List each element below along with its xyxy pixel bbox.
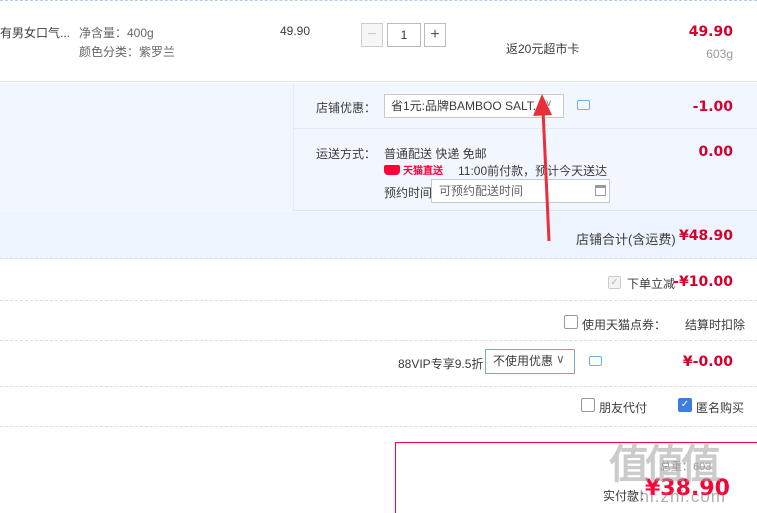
shop-total-label: 店铺合计(含运费) <box>576 232 676 247</box>
chevron-down-icon[interactable]: ∨ <box>556 352 565 366</box>
vip-discount-amount: ¥-0.00 <box>682 354 733 370</box>
item-spec-net: 净含量：400g <box>79 26 154 40</box>
tmall-points-value: 结算时扣除 <box>685 318 746 332</box>
quantity-input[interactable]: 1 <box>387 23 421 47</box>
shop-discount-amount: -1.00 <box>692 99 733 115</box>
divider <box>0 426 757 427</box>
divider <box>0 300 757 301</box>
item-weight: 603g <box>706 47 733 61</box>
tmall-direct-badge: 天猫直送 <box>384 163 443 177</box>
tmall-direct-label: 天猫直送 <box>403 166 443 177</box>
shopping-bag-icon <box>384 164 400 175</box>
reserve-time-label: 预约时间 <box>384 186 433 200</box>
annotation-arrow-icon <box>533 94 552 242</box>
shipping-amount: 0.00 <box>698 144 733 160</box>
shipping-method: 普通配送 快递 免邮 <box>384 147 487 161</box>
divider <box>0 340 757 341</box>
divider <box>0 386 757 387</box>
chat-bubble-icon[interactable] <box>577 100 590 110</box>
item-unit-price: 49.90 <box>280 24 311 38</box>
item-title[interactable]: 有男女口气... <box>0 24 70 41</box>
friend-pay-label: 朋友代付 <box>599 401 648 415</box>
chat-bubble-icon[interactable] <box>589 356 602 366</box>
tmall-points-checkbox[interactable] <box>564 315 578 329</box>
instant-discount-amount: -¥10.00 <box>673 274 733 290</box>
shipping-label: 运送方式： <box>316 147 377 161</box>
vip-discount-label: 88VIP专享9.5折 <box>398 357 484 371</box>
instant-discount-label: 下单立减 <box>627 277 676 291</box>
anonymous-checkbox[interactable]: ✓ <box>678 398 692 412</box>
instant-discount-checkbox[interactable]: ✓ <box>608 276 621 289</box>
quantity-plus-button[interactable]: + <box>424 23 446 47</box>
friend-pay-checkbox[interactable] <box>581 398 595 412</box>
item-promo: 返20元超市卡 <box>506 42 580 56</box>
item-spec-color: 颜色分类：紫罗兰 <box>79 45 176 59</box>
shop-total-value: ¥48.90 <box>678 228 733 244</box>
watermark-logo: 值值值 <box>609 443 721 487</box>
calendar-icon[interactable] <box>595 185 606 196</box>
item-total-price: 49.90 <box>688 24 733 40</box>
shop-discount-label: 店铺优惠： <box>316 101 377 115</box>
anonymous-label: 匿名购买 <box>696 401 745 415</box>
quantity-minus-button[interactable]: − <box>361 23 383 47</box>
watermark-url: zhi.zhi.com <box>630 487 727 506</box>
divider <box>0 258 757 259</box>
tmall-points-label: 使用天猫点券： <box>582 318 667 332</box>
quantity-stepper: − 1 + <box>361 23 447 48</box>
